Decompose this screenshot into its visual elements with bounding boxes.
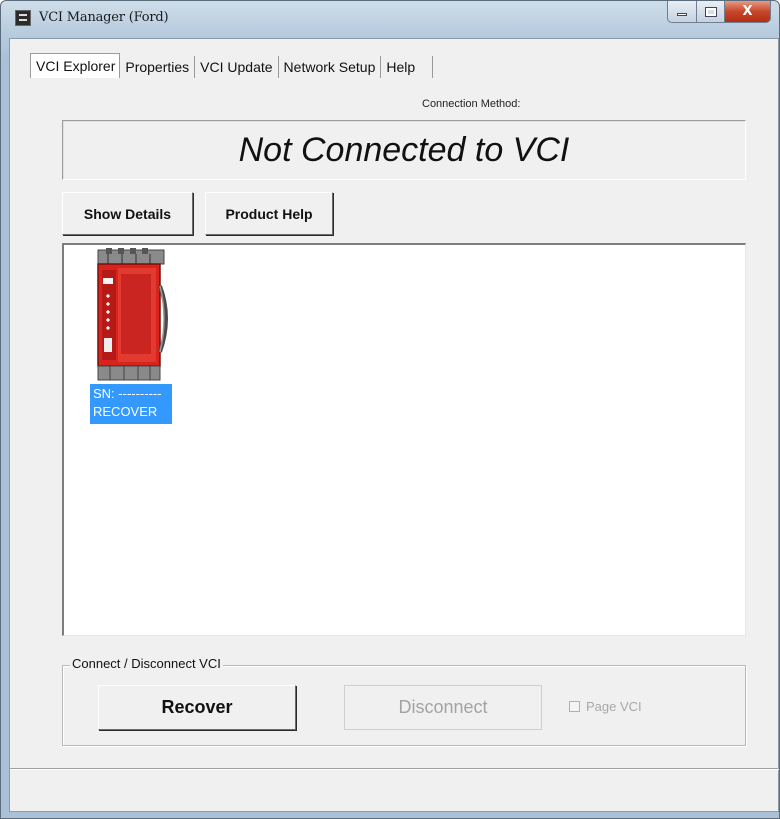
caption-buttons: X [667,1,771,23]
connection-status-box: Not Connected to VCI [62,120,746,180]
recover-button[interactable]: Recover [98,685,296,730]
device-label: SN: ---------- RECOVER [90,384,172,424]
status-divider [10,768,779,770]
disconnect-button[interactable]: Disconnect [344,685,542,730]
minimize-icon [677,13,687,16]
app-window: VCI Manager (Ford) X VCI Explorer Proper… [0,0,780,819]
connection-method-label: Connection Method: [422,98,521,110]
page-vci-checkbox-row[interactable]: Page VCI [569,699,642,714]
show-details-button[interactable]: Show Details [62,192,193,235]
vci-device-list[interactable]: SN: ---------- RECOVER [62,243,746,636]
maximize-icon [704,6,717,17]
tab-strip: VCI Explorer Properties VCI Update Netwo… [30,53,434,78]
page-vci-label: Page VCI [586,699,642,714]
tab-vci-explorer[interactable]: VCI Explorer [30,53,121,78]
product-help-button[interactable]: Product Help [205,192,333,235]
device-name: RECOVER [93,404,158,419]
connection-status-text: Not Connected to VCI [238,130,570,169]
tab-properties[interactable]: Properties [120,56,196,78]
minimize-button[interactable] [667,1,697,23]
device-sn: SN: ---------- [93,386,162,401]
connect-group-legend: Connect / Disconnect VCI [70,656,223,671]
maximize-button[interactable] [697,1,725,23]
client-area: VCI Explorer Properties VCI Update Netwo… [9,38,779,812]
window-title: VCI Manager (Ford) [39,10,169,25]
vcm-device-icon [97,248,168,381]
close-button[interactable]: X [725,1,771,23]
tab-vci-update[interactable]: VCI Update [195,56,279,78]
page-vci-checkbox[interactable] [569,701,580,712]
app-icon [15,10,31,26]
tab-network-setup[interactable]: Network Setup [278,56,382,78]
close-icon: X [742,4,753,19]
tab-help[interactable]: Help [381,56,434,78]
